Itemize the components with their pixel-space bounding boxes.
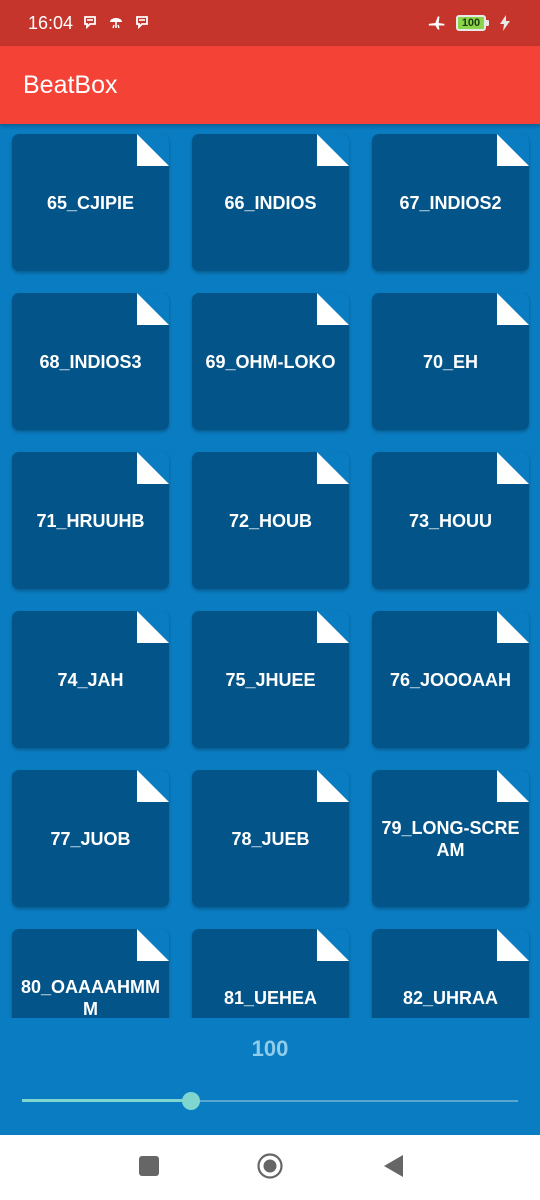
sound-label: 75_JHUEE bbox=[225, 669, 316, 690]
back-icon bbox=[382, 1154, 404, 1183]
sound-button[interactable]: 76_JOOOAAH bbox=[372, 611, 529, 748]
sound-label: 68_INDIOS3 bbox=[39, 351, 142, 372]
sound-button[interactable]: 72_HOUB bbox=[192, 452, 349, 589]
page-fold-icon bbox=[137, 134, 169, 166]
sound-label: 70_EH bbox=[422, 351, 479, 372]
sound-label: 82_UHRAA bbox=[402, 987, 499, 1008]
sound-button[interactable]: 77_JUOB bbox=[12, 770, 169, 907]
sound-label: 74_JAH bbox=[57, 669, 124, 690]
playback-speed-slider[interactable] bbox=[22, 1091, 518, 1111]
sound-label: 71_HRUUHB bbox=[36, 510, 145, 531]
sound-label: 65_CJIPIE bbox=[46, 192, 135, 213]
sound-button[interactable]: 82_UHRAA bbox=[372, 929, 529, 1018]
sound-button[interactable]: 73_HOUU bbox=[372, 452, 529, 589]
page-fold-icon bbox=[497, 134, 529, 166]
status-bar: 16:04 100 bbox=[0, 0, 540, 46]
page-fold-icon bbox=[137, 611, 169, 643]
status-right: 100 bbox=[428, 14, 514, 32]
page-fold-icon bbox=[317, 611, 349, 643]
sound-label: 67_INDIOS2 bbox=[399, 192, 502, 213]
status-time: 16:04 bbox=[28, 12, 74, 33]
page-fold-icon bbox=[497, 770, 529, 802]
sound-button[interactable]: 71_HRUUHB bbox=[12, 452, 169, 589]
sound-button[interactable]: 75_JHUEE bbox=[192, 611, 349, 748]
home-button[interactable] bbox=[257, 1152, 283, 1184]
recents-icon bbox=[138, 1155, 160, 1182]
sound-button[interactable]: 78_JUEB bbox=[192, 770, 349, 907]
sound-button[interactable]: 80_OAAAAHMMM bbox=[12, 929, 169, 1018]
battery-indicator: 100 bbox=[456, 15, 489, 31]
app-title: BeatBox bbox=[23, 70, 118, 99]
page-fold-icon bbox=[497, 452, 529, 484]
sound-label: 72_HOUB bbox=[228, 510, 313, 531]
sound-button[interactable]: 81_UEHEA bbox=[192, 929, 349, 1018]
page-fold-icon bbox=[317, 134, 349, 166]
navigation-bar bbox=[0, 1135, 540, 1200]
page-fold-icon bbox=[317, 452, 349, 484]
page-fold-icon bbox=[497, 929, 529, 961]
sound-label: 77_JUOB bbox=[50, 828, 131, 849]
app-bar: BeatBox bbox=[0, 46, 540, 124]
sound-button[interactable]: 67_INDIOS2 bbox=[372, 134, 529, 271]
recents-button[interactable] bbox=[136, 1155, 162, 1181]
page-fold-icon bbox=[497, 293, 529, 325]
sound-label: 79_LONG-SCREAM bbox=[381, 817, 520, 860]
sound-button[interactable]: 65_CJIPIE bbox=[12, 134, 169, 271]
sound-label: 76_JOOOAAH bbox=[389, 669, 512, 690]
page-fold-icon bbox=[317, 929, 349, 961]
page-fold-icon bbox=[137, 770, 169, 802]
sound-label: 73_HOUU bbox=[408, 510, 493, 531]
sound-button[interactable]: 79_LONG-SCREAM bbox=[372, 770, 529, 907]
sound-button[interactable]: 68_INDIOS3 bbox=[12, 293, 169, 430]
sound-button[interactable]: 74_JAH bbox=[12, 611, 169, 748]
sound-label: 69_OHM-LOKO bbox=[205, 351, 336, 372]
sound-grid: 65_CJIPIE 66_INDIOS 67_INDIOS2 68_INDIOS… bbox=[12, 134, 529, 1018]
sound-label: 80_OAAAAHMMM bbox=[20, 976, 161, 1019]
sound-label: 78_JUEB bbox=[231, 828, 310, 849]
sound-button[interactable]: 69_OHM-LOKO bbox=[192, 293, 349, 430]
page-fold-icon bbox=[317, 770, 349, 802]
charging-icon bbox=[496, 14, 514, 32]
back-button[interactable] bbox=[380, 1154, 406, 1183]
home-icon bbox=[257, 1152, 283, 1184]
page-fold-icon bbox=[137, 452, 169, 484]
weather-icon bbox=[107, 14, 125, 32]
sound-label: 66_INDIOS bbox=[224, 192, 317, 213]
playback-speed-label: 100 bbox=[251, 1036, 289, 1061]
sound-button[interactable]: 70_EH bbox=[372, 293, 529, 430]
page-fold-icon bbox=[317, 293, 349, 325]
airplane-icon bbox=[428, 14, 446, 32]
sound-grid-viewport[interactable]: 65_CJIPIE 66_INDIOS 67_INDIOS2 68_INDIOS… bbox=[0, 124, 540, 1018]
page-fold-icon bbox=[137, 929, 169, 961]
status-left: 16:04 bbox=[28, 13, 151, 34]
messaging-icon bbox=[133, 14, 151, 32]
messaging-icon bbox=[81, 14, 99, 32]
slider-thumb[interactable] bbox=[182, 1092, 200, 1110]
page-fold-icon bbox=[497, 611, 529, 643]
slider-fill bbox=[22, 1099, 191, 1102]
main-content: 65_CJIPIE 66_INDIOS 67_INDIOS2 68_INDIOS… bbox=[0, 124, 540, 1135]
sound-button[interactable]: 66_INDIOS bbox=[192, 134, 349, 271]
page-fold-icon bbox=[137, 293, 169, 325]
sound-label: 81_UEHEA bbox=[223, 987, 318, 1008]
